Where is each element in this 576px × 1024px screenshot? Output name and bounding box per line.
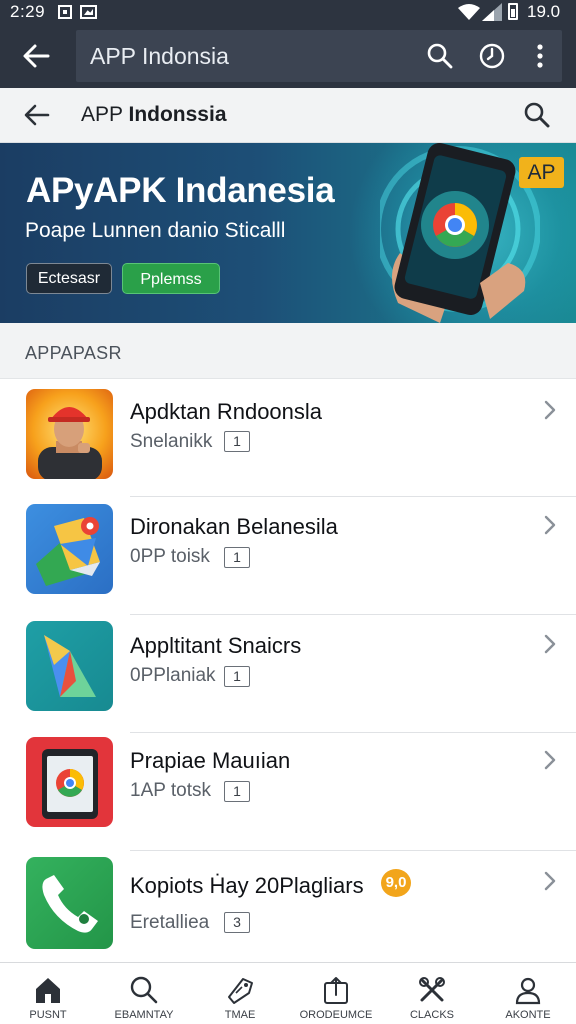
banner-subtitle: Poape Lunnen danio Sticalll bbox=[25, 219, 286, 242]
app-title: Kopiots Ḣay 20Plagliars bbox=[130, 873, 364, 898]
app-subtitle: Eretalliea bbox=[130, 912, 210, 933]
promo-banner[interactable]: APyAPK Indanesia Poape Lunnen danio Stic… bbox=[0, 143, 576, 323]
section-header: APPAPASR bbox=[0, 323, 576, 379]
chevron-right-icon bbox=[544, 871, 556, 891]
history-icon[interactable] bbox=[478, 42, 506, 70]
nav-label: TMAE bbox=[224, 1009, 256, 1021]
toolbar-title-bold: Indonssia bbox=[128, 103, 227, 126]
tools-icon bbox=[419, 977, 445, 1002]
secondary-toolbar: APP Indonssia bbox=[0, 88, 576, 143]
nav-label: AKONTE bbox=[505, 1009, 551, 1021]
signal-icon bbox=[482, 3, 502, 21]
nav-label: ORODEUMCE bbox=[299, 1009, 373, 1021]
chevron-right-icon bbox=[544, 750, 556, 770]
phone-call-icon bbox=[42, 875, 98, 933]
back-arrow-icon[interactable] bbox=[22, 100, 52, 130]
chevron-right-icon bbox=[544, 515, 556, 535]
app-title: Dironakan Belanesila bbox=[130, 514, 338, 539]
toolbar-title: APP Indonssia bbox=[81, 103, 227, 127]
list-item[interactable]: Apdktan Rndoonsla Snelanikk 1 bbox=[0, 379, 576, 497]
nav-label: PUSNT bbox=[29, 1009, 67, 1021]
battery-icon bbox=[508, 3, 518, 20]
nav-item-tag[interactable]: TMAE bbox=[192, 963, 288, 1024]
app-bar-title: APP Indonsia bbox=[90, 43, 229, 69]
app-title: Appltitant Snaicrs bbox=[130, 633, 302, 658]
nav-label: EBAMNTAY bbox=[114, 1009, 174, 1021]
list-item[interactable]: Appltitant Snaicrs 0PPlaniak 1 bbox=[0, 615, 576, 733]
app-bar: APP Indonsia bbox=[0, 26, 576, 88]
nav-item-search[interactable]: EBAMNTAY bbox=[96, 963, 192, 1024]
wifi-icon bbox=[458, 4, 480, 20]
list-item[interactable]: Dironakan Belanesila 0PP tοisk 1 bbox=[0, 497, 576, 615]
banner-primary-button[interactable]: Pplemss bbox=[122, 263, 220, 294]
status-bar: 2:29 19.0 bbox=[0, 0, 576, 26]
app-subtitle: 0PPlaniak bbox=[130, 665, 216, 686]
app-title: Apdktan Rndoonsla bbox=[130, 399, 323, 424]
chevron-right-icon bbox=[544, 400, 556, 420]
nav-item-account[interactable]: AKONTE bbox=[480, 963, 576, 1024]
app-icon-phone bbox=[26, 857, 113, 949]
map-shapes-icon bbox=[36, 517, 100, 586]
list-item[interactable]: Prapiae Mauıian 1AP tοtsk 1 bbox=[0, 733, 576, 851]
share-icon bbox=[324, 977, 348, 1004]
account-icon bbox=[515, 977, 541, 1005]
phone-illustration-icon bbox=[380, 143, 540, 323]
notification-icon bbox=[58, 5, 72, 19]
home-icon bbox=[36, 978, 60, 1003]
app-subtitle: 0PP tοisk bbox=[130, 546, 210, 567]
app-subtitle: Snelanikk bbox=[130, 431, 213, 452]
nav-item-home[interactable]: PUSNT bbox=[0, 963, 96, 1024]
search-icon[interactable] bbox=[522, 100, 552, 130]
phone-maps-icon bbox=[42, 749, 98, 819]
app-count-badge: 1 bbox=[224, 666, 250, 687]
search-icon[interactable] bbox=[426, 42, 454, 70]
nav-item-share[interactable]: ORODEUMCE bbox=[288, 963, 384, 1024]
banner-title: APyAPK Indanesia bbox=[26, 171, 335, 210]
status-battery-level: 19.0 bbox=[527, 2, 561, 21]
rating-badge: 9,0 bbox=[381, 869, 411, 897]
nav-item-tools[interactable]: CLACKS bbox=[384, 963, 480, 1024]
chevron-right-icon bbox=[544, 634, 556, 654]
list-item[interactable]: Kopiots Ḣay 20Plagliars 9,0 Eretalliea 3 bbox=[0, 851, 576, 962]
play-arrow-icon bbox=[44, 635, 96, 697]
image-notification-icon bbox=[80, 5, 97, 19]
nav-label: CLACKS bbox=[409, 1009, 455, 1021]
section-title: APPAPASR bbox=[25, 343, 122, 363]
screen: 2:29 19.0 APP Indonsia APP Indonssia APy… bbox=[0, 0, 576, 1024]
more-vert-icon[interactable] bbox=[526, 42, 554, 70]
search-icon bbox=[130, 976, 158, 1004]
app-title: Prapiae Mauıian bbox=[130, 748, 291, 773]
worker-portrait-icon bbox=[38, 407, 102, 479]
back-arrow-icon[interactable] bbox=[20, 39, 54, 73]
app-subtitle: 1AP tοtsk bbox=[130, 780, 211, 801]
app-count-badge: 1 bbox=[224, 781, 250, 802]
toolbar-title-prefix: APP bbox=[81, 103, 129, 126]
banner-secondary-button[interactable]: Ectesasr bbox=[26, 263, 112, 294]
app-bar-search-field[interactable]: APP Indonsia bbox=[76, 30, 562, 82]
app-count-badge: 1 bbox=[224, 431, 250, 452]
tag-icon bbox=[228, 978, 253, 1004]
app-icon-maps bbox=[26, 504, 113, 594]
app-icon-play bbox=[26, 621, 113, 711]
app-icon-phone-maps bbox=[26, 737, 113, 827]
status-time: 2:29 bbox=[10, 2, 46, 21]
app-count-badge: 1 bbox=[224, 547, 250, 568]
app-icon-worker bbox=[26, 389, 113, 479]
bottom-navigation: PUSNT EBAMNTAY TMAE ORODEUMCE CLACKS AKO… bbox=[0, 962, 576, 1024]
banner-badge: AP bbox=[519, 157, 564, 188]
app-count-badge: 3 bbox=[224, 912, 250, 933]
